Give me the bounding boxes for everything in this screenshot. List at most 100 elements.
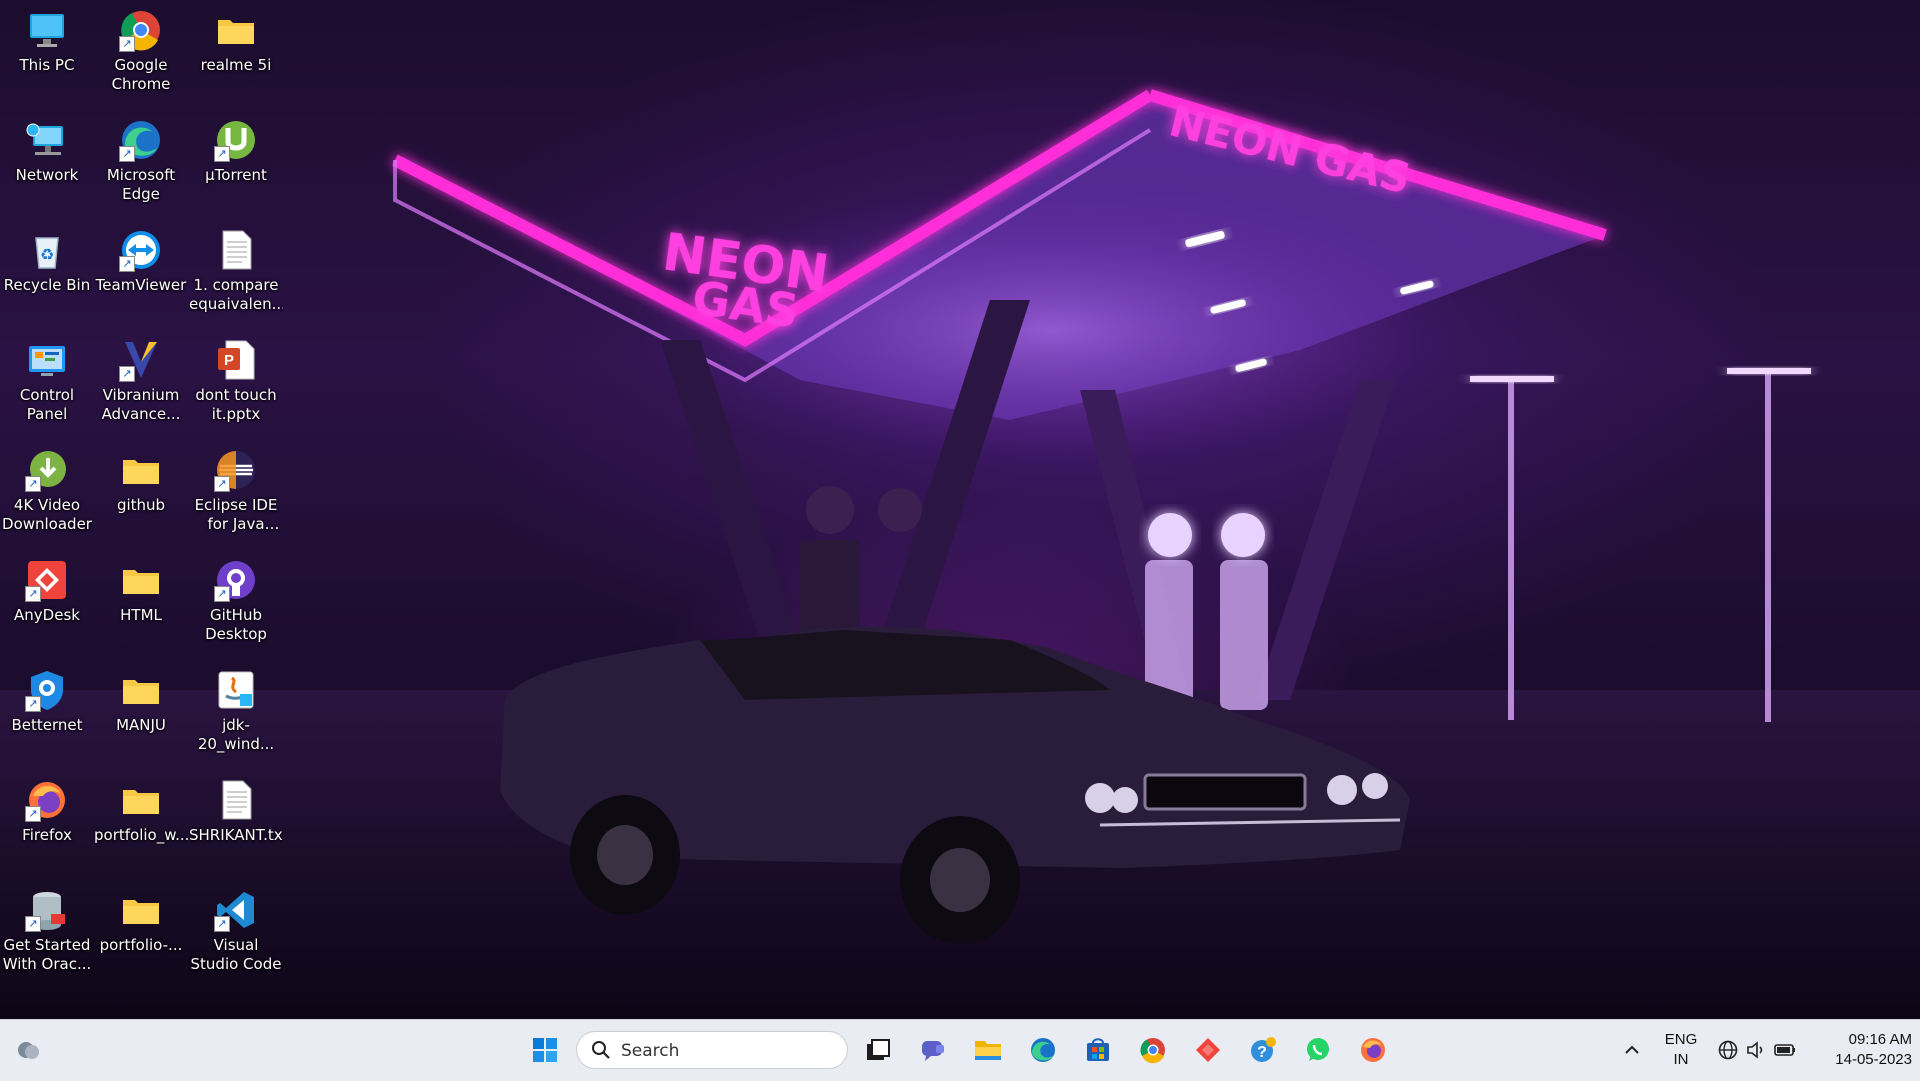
- wallpaper-neon-gas-station: NEON GAS NEON GAS: [0, 89, 1920, 1019]
- anydesk-taskbar-button[interactable]: [1188, 1030, 1228, 1070]
- shortcut-arrow-icon: ↗: [25, 696, 41, 712]
- shortcut-arrow-icon: ↗: [25, 916, 41, 932]
- desktop-icon-betternet[interactable]: ↗ Betternet: [0, 664, 94, 772]
- region-code: IN: [1673, 1051, 1689, 1068]
- task-view-icon: [867, 1039, 890, 1060]
- powerpoint-file-icon: P: [214, 338, 258, 382]
- desktop-icon-jdk-installer[interactable]: jdk-20_wind...: [189, 664, 283, 772]
- firefox-icon: ↗: [25, 778, 69, 822]
- desktop-icon-control-panel[interactable]: Control Panel: [0, 334, 94, 442]
- task-view-button[interactable]: [858, 1030, 898, 1070]
- taskbar: Search ? ENG IN 09:16 AM 14-05-2023: [0, 1019, 1920, 1081]
- shortcut-arrow-icon: ↗: [214, 916, 230, 932]
- svg-text:P: P: [224, 352, 234, 369]
- edge-taskbar-button[interactable]: [1023, 1030, 1063, 1070]
- vibranium-icon: ↗: [119, 338, 163, 382]
- desktop-icon-compare-file[interactable]: 1. compare equaivalen...: [189, 224, 283, 332]
- desktop-icon-google-chrome[interactable]: ↗ Google Chrome: [94, 4, 188, 112]
- language-code: ENG: [1664, 1031, 1698, 1048]
- github-desktop-icon: ↗: [214, 558, 258, 602]
- control-panel-icon: [25, 338, 69, 382]
- folder-icon: [119, 888, 163, 932]
- text-file-icon: [214, 228, 258, 272]
- desktop-icon-teamviewer[interactable]: ↗ TeamViewer: [94, 224, 188, 332]
- desktop-icon-anydesk[interactable]: ↗ AnyDesk: [0, 554, 94, 662]
- shortcut-arrow-icon: ↗: [119, 256, 135, 272]
- battery-icon: [1774, 1044, 1795, 1056]
- betternet-icon: ↗: [25, 668, 69, 712]
- firefox-taskbar-button[interactable]: [1353, 1030, 1393, 1070]
- anydesk-icon: [1196, 1038, 1220, 1062]
- desktop-icon-firefox[interactable]: ↗ Firefox: [0, 774, 94, 882]
- folder-icon: [214, 8, 258, 52]
- shortcut-arrow-icon: ↗: [119, 366, 135, 382]
- folder-icon: [119, 558, 163, 602]
- whatsapp-button[interactable]: [1298, 1030, 1338, 1070]
- recycle-bin-icon: ♻: [25, 228, 69, 272]
- clock[interactable]: 09:16 AM 14-05-2023: [1808, 1030, 1912, 1070]
- chat-icon: [922, 1041, 944, 1061]
- start-button[interactable]: [525, 1030, 565, 1070]
- shortcut-arrow-icon: ↗: [25, 476, 41, 492]
- teamviewer-icon: ↗: [119, 228, 163, 272]
- desktop-icon-html-folder[interactable]: HTML: [94, 554, 188, 662]
- desktop-icon-utorrent[interactable]: ↗ µTorrent: [189, 114, 283, 222]
- folder-icon: [119, 668, 163, 712]
- get-help-icon: ?: [1251, 1037, 1276, 1062]
- show-hidden-icons-button[interactable]: [1614, 1030, 1650, 1070]
- start-icon: [533, 1038, 557, 1062]
- whatsapp-icon: [1307, 1038, 1329, 1061]
- monitor-icon: [25, 8, 69, 52]
- widgets-button[interactable]: [8, 1030, 48, 1070]
- desktop-icon-microsoft-edge[interactable]: ↗ Microsoft Edge: [94, 114, 188, 222]
- shortcut-arrow-icon: ↗: [25, 806, 41, 822]
- desktop-icon-portfolio-folder[interactable]: portfolio-...: [94, 884, 188, 992]
- desktop-icon-network[interactable]: Network: [0, 114, 94, 222]
- svg-text:?: ?: [1257, 1044, 1267, 1061]
- language-indicator[interactable]: ENG IN: [1660, 1030, 1702, 1070]
- search-placeholder: Search: [621, 1041, 680, 1061]
- desktop-icon-this-pc[interactable]: This PC: [0, 4, 94, 112]
- firefox-icon: [1361, 1038, 1385, 1062]
- desktop-icon-eclipse[interactable]: ↗ Eclipse IDE for Java De...: [189, 444, 283, 552]
- utorrent-icon: ↗: [214, 118, 258, 162]
- desktop-icon-realme-folder[interactable]: realme 5i: [189, 4, 283, 112]
- folder-icon: [119, 778, 163, 822]
- desktop-icon-vibranium[interactable]: ↗ Vibranium Advance...: [94, 334, 188, 442]
- edge-icon: [1031, 1038, 1055, 1062]
- desktop-icon-github-folder[interactable]: github: [94, 444, 188, 552]
- svg-text:♻: ♻: [40, 245, 54, 264]
- quick-settings-button[interactable]: [1712, 1030, 1802, 1070]
- search-icon: [592, 1041, 610, 1059]
- desktop-icon-github-desktop[interactable]: ↗ GitHub Desktop: [189, 554, 283, 662]
- network-globe-icon: [1718, 1040, 1738, 1060]
- desktop-icon-shrikant-txt[interactable]: SHRIKANT.txt: [189, 774, 283, 882]
- shortcut-arrow-icon: ↗: [214, 586, 230, 602]
- shortcut-arrow-icon: ↗: [119, 146, 135, 162]
- microsoft-store-button[interactable]: [1078, 1030, 1118, 1070]
- desktop-icon-vscode[interactable]: ↗ Visual Studio Code: [189, 884, 283, 992]
- file-explorer-icon: [975, 1041, 1001, 1060]
- shortcut-arrow-icon: ↗: [214, 146, 230, 162]
- text-file-icon: [214, 778, 258, 822]
- desktop-icon-oracle-get-started[interactable]: ↗ Get Started With Orac...: [0, 884, 94, 992]
- desktop-icon-manju-folder[interactable]: MANJU: [94, 664, 188, 772]
- microsoft-store-icon: [1087, 1038, 1109, 1061]
- chat-button[interactable]: [913, 1030, 953, 1070]
- desktop[interactable]: NEON GAS NEON GAS This PC Network ♻ Recy…: [0, 0, 1920, 1019]
- vscode-icon: ↗: [214, 888, 258, 932]
- chrome-taskbar-button[interactable]: [1133, 1030, 1173, 1070]
- desktop-icon-recycle-bin[interactable]: ♻ Recycle Bin: [0, 224, 94, 332]
- file-explorer-button[interactable]: [968, 1030, 1008, 1070]
- desktop-icon-4k-video-downloader[interactable]: ↗ 4K Video Downloader: [0, 444, 94, 552]
- clock-time: 09:16 AM: [1848, 1031, 1912, 1048]
- desktop-icon-portfolio-w-folder[interactable]: portfolio_w...: [94, 774, 188, 882]
- eclipse-icon: ↗: [214, 448, 258, 492]
- chrome-icon: [1140, 1038, 1165, 1064]
- get-help-button[interactable]: ?: [1243, 1030, 1283, 1070]
- volume-icon: [1747, 1041, 1763, 1059]
- taskbar-search-box[interactable]: Search: [576, 1031, 848, 1069]
- desktop-icon-dont-touch-pptx[interactable]: P dont touch it.pptx: [189, 334, 283, 442]
- folder-icon: [119, 448, 163, 492]
- oracle-database-icon: ↗: [25, 888, 69, 932]
